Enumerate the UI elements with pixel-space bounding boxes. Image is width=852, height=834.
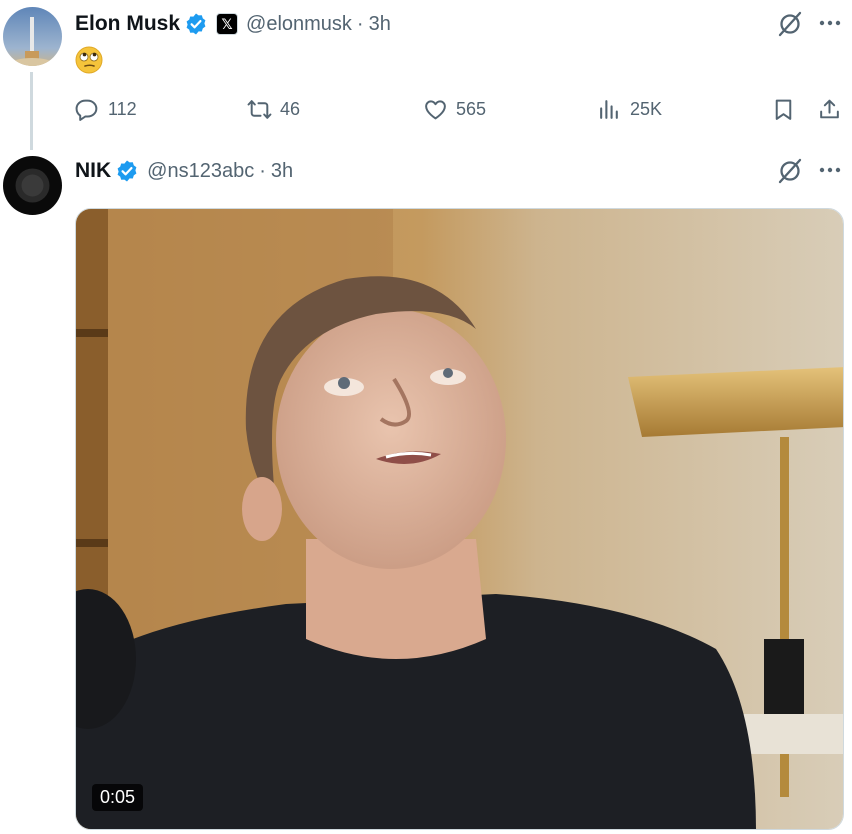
reply-icon — [75, 99, 98, 121]
tweet-timestamp[interactable]: 3h — [271, 160, 293, 183]
author-handle[interactable]: @elonmusk — [246, 13, 352, 36]
tweet-timestamp[interactable]: 3h — [369, 13, 391, 36]
avatar-image — [3, 7, 62, 66]
more-icon[interactable] — [817, 157, 843, 183]
share-button[interactable] — [817, 92, 842, 126]
tweet-elon[interactable]: Elon Musk 𝕏 @elonmusk · 3h 112 46 565 25… — [0, 0, 852, 150]
views-button[interactable]: 25K — [597, 92, 662, 126]
grok-icon[interactable] — [776, 10, 804, 38]
repost-button[interactable]: 46 — [247, 92, 300, 126]
repost-count: 46 — [280, 98, 301, 119]
tweet-header: NIK @ns123abc · 3h — [75, 156, 293, 186]
more-icon[interactable] — [817, 10, 843, 36]
separator-dot: · — [356, 12, 364, 35]
avatar-elon[interactable] — [3, 7, 62, 66]
video-frame-image — [76, 209, 843, 829]
reply-button[interactable]: 112 — [75, 92, 137, 126]
grok-icon[interactable] — [776, 157, 804, 185]
video-player[interactable]: 0:05 — [75, 208, 844, 830]
like-button[interactable]: 565 — [423, 92, 486, 126]
author-handle[interactable]: @ns123abc — [147, 160, 254, 183]
avatar-image — [3, 156, 62, 215]
separator-dot: · — [259, 159, 266, 182]
rolling-eyes-emoji-icon — [75, 46, 103, 74]
like-count: 565 — [456, 98, 487, 119]
tweet-action-bar: 112 46 565 25K — [75, 92, 845, 126]
verified-icon — [186, 13, 206, 35]
author-name[interactable]: Elon Musk — [75, 12, 180, 36]
video-duration-badge: 0:05 — [92, 784, 144, 811]
views-count: 25K — [630, 98, 663, 119]
repost-icon — [247, 99, 272, 119]
thread-connector-line — [30, 72, 33, 150]
views-icon — [600, 99, 618, 119]
reply-count: 112 — [108, 98, 137, 119]
author-name[interactable]: NIK — [75, 159, 111, 183]
share-icon — [820, 99, 839, 118]
affiliate-x-badge-icon[interactable]: 𝕏 — [216, 13, 239, 35]
like-icon — [425, 99, 446, 119]
avatar-nik[interactable] — [3, 156, 62, 215]
tweet-header: Elon Musk 𝕏 @elonmusk · 3h — [75, 9, 391, 39]
bookmark-button[interactable] — [771, 92, 796, 126]
verified-icon — [117, 160, 137, 182]
bookmark-icon — [775, 99, 792, 120]
